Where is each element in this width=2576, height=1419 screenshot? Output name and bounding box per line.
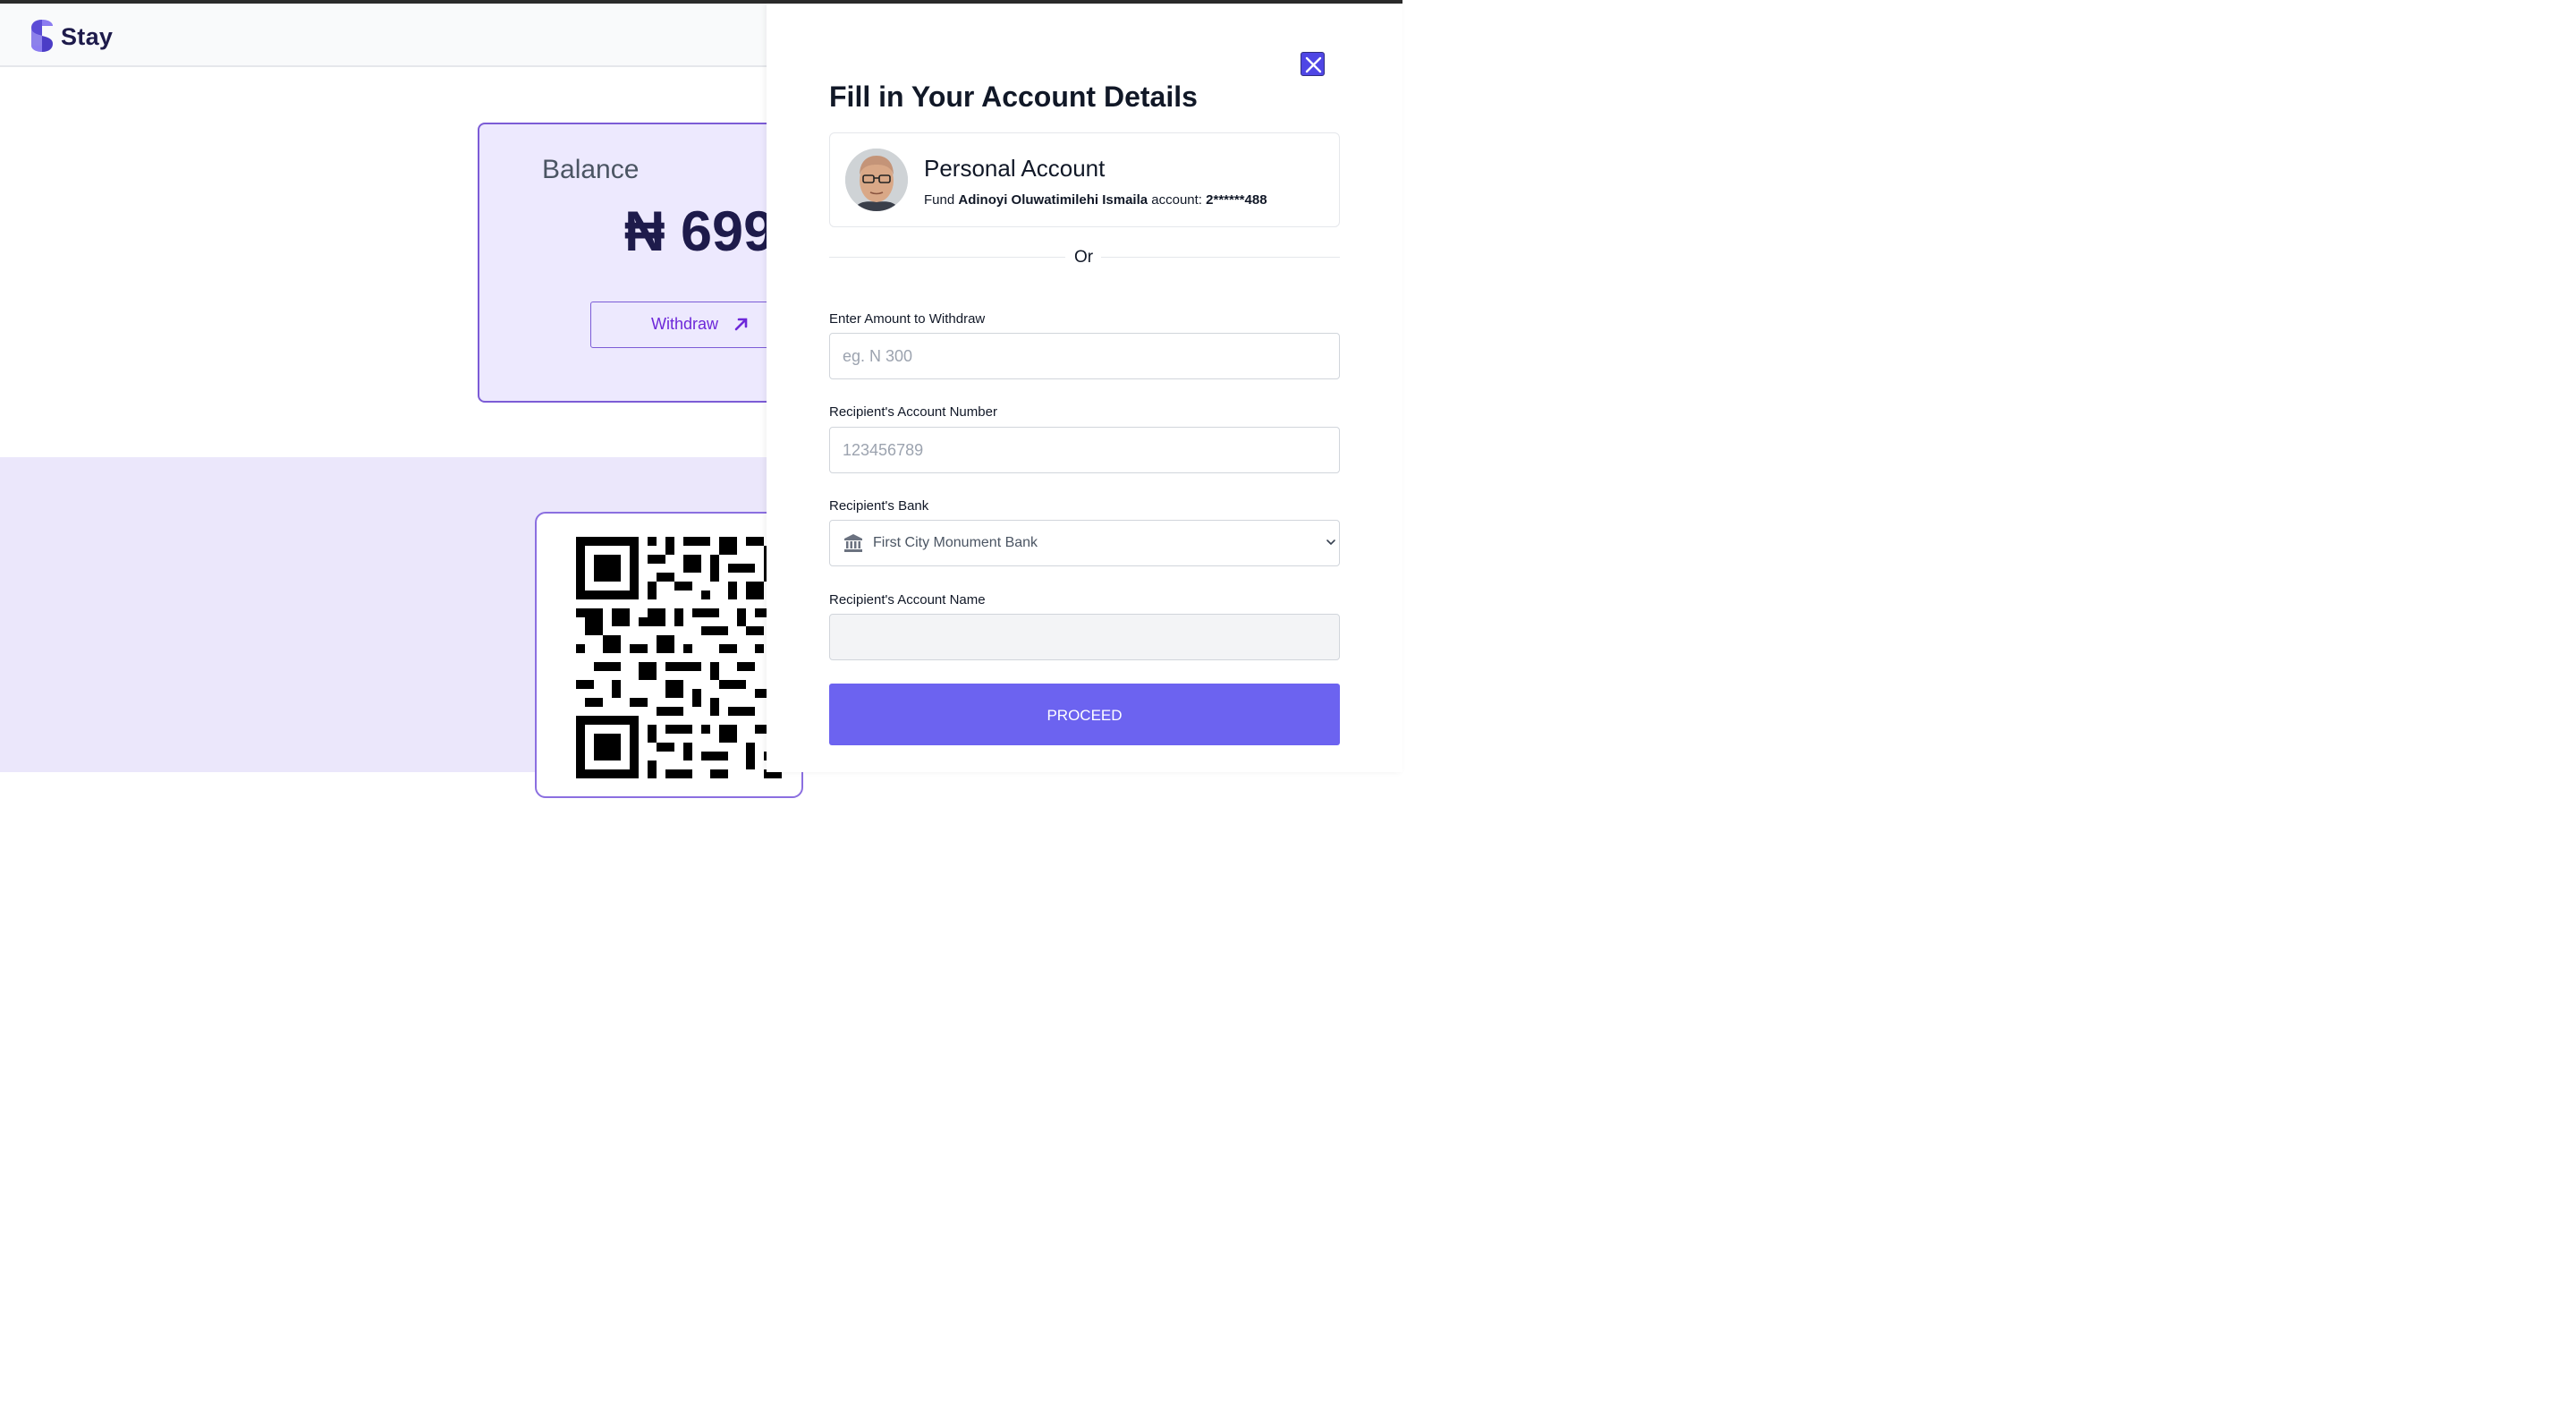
balance-amount: ₦ 699: [624, 200, 775, 263]
withdraw-panel: Fill in Your Account Details Personal Ac…: [767, 4, 1402, 772]
qr-section: [0, 457, 803, 798]
bank-label: Recipient's Bank: [829, 498, 929, 514]
amount-label: Enter Amount to Withdraw: [829, 311, 986, 327]
account-holder-name: Adinoyi Oluwatimilehi Ismaila: [958, 192, 1148, 208]
qr-card: [535, 512, 803, 798]
divider: [829, 257, 1065, 258]
amount-input[interactable]: [829, 333, 1340, 379]
account-name-input: [829, 614, 1340, 660]
stay-logo-icon: [31, 20, 53, 52]
balance-label: Balance: [542, 155, 640, 184]
account-number-masked: 2******488: [1206, 192, 1267, 208]
close-button[interactable]: [1301, 52, 1325, 76]
proceed-button[interactable]: PROCEED: [829, 684, 1340, 745]
account-name-label: Recipient's Account Name: [829, 592, 986, 608]
proceed-label: PROCEED: [1046, 707, 1123, 724]
brand-name: Stay: [61, 23, 114, 50]
avatar: [845, 149, 908, 211]
account-number-input[interactable]: [829, 427, 1340, 473]
divider: [1101, 257, 1340, 258]
personal-account-card[interactable]: Personal Account Fund Adinoyi Oluwatimil…: [829, 132, 1340, 227]
account-description: Fund Adinoyi Oluwatimilehi Ismaila accou…: [924, 192, 1267, 208]
arrow-up-right-icon: [734, 318, 748, 331]
account-number-label: Recipient's Account Number: [829, 404, 997, 420]
account-title: Personal Account: [924, 155, 1106, 182]
close-icon: [1305, 56, 1322, 73]
qr-code-icon: [576, 537, 782, 778]
balance-card: Balance ₦ 699 Withdraw: [478, 123, 805, 403]
panel-title: Fill in Your Account Details: [829, 81, 1198, 113]
chevron-down-icon: [1326, 540, 1335, 546]
withdraw-label: Withdraw: [651, 315, 719, 333]
bank-select[interactable]: First City Monument Bank: [829, 520, 1340, 566]
bank-icon: [844, 534, 862, 552]
or-separator: Or: [1074, 248, 1094, 267]
app-header: Stay: [0, 4, 767, 67]
bank-selected-value: First City Monument Bank: [873, 535, 1038, 550]
